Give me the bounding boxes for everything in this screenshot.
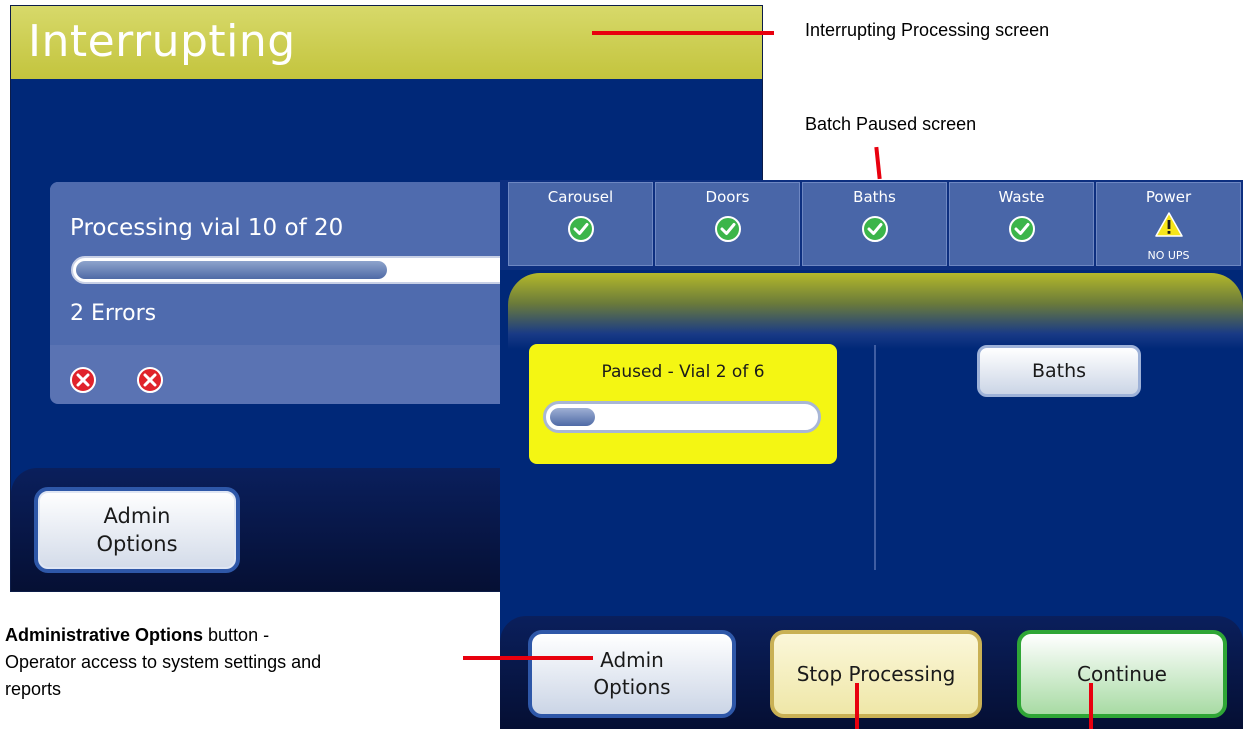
admin-options-button[interactable]: Admin Options <box>34 487 240 573</box>
interrupting-title: Interrupting <box>28 16 296 67</box>
annotation-line <box>1089 683 1093 729</box>
processing-panel: Processing vial 10 of 20 2 Errors <box>50 182 550 404</box>
status-tile-doors[interactable]: Doors <box>655 182 800 266</box>
annotation-admin-bold: Administrative Options <box>5 625 204 645</box>
status-tile-label: Carousel <box>547 188 614 206</box>
check-icon <box>862 216 888 242</box>
processing-progress-bar <box>71 256 541 284</box>
paused-status-text: Paused - Vial 2 of 6 <box>601 362 765 382</box>
panel-divider <box>874 345 876 570</box>
status-tile-power[interactable]: Power NO UPS <box>1096 182 1241 266</box>
error-count-text: 2 Errors <box>70 301 157 326</box>
status-tile-waste[interactable]: Waste <box>949 182 1094 266</box>
check-icon <box>568 216 594 242</box>
warning-icon <box>1155 212 1183 237</box>
processing-status-text: Processing vial 10 of 20 <box>70 215 344 241</box>
paused-progress-bar <box>543 401 821 433</box>
annotation-interrupting-label: Interrupting Processing screen <box>805 20 1050 40</box>
power-status-subtext: NO UPS <box>1147 249 1190 262</box>
error-x-icon[interactable] <box>137 367 163 393</box>
status-tile-label: Power <box>1145 188 1192 206</box>
annotation-line <box>855 683 859 729</box>
stop-processing-button[interactable]: Stop Processing <box>770 630 982 718</box>
status-bar: Carousel Doors Baths Waste Power NO UPS <box>500 180 1243 270</box>
continue-button[interactable]: Continue <box>1017 630 1227 718</box>
processing-progress-fill <box>76 261 387 279</box>
paused-progress-fill <box>550 408 595 426</box>
admin-options-button[interactable]: Admin Options <box>528 630 736 718</box>
error-x-icon[interactable] <box>70 367 96 393</box>
annotation-batch-paused-label: Batch Paused screen <box>805 114 977 134</box>
batch-paused-screen: Carousel Doors Baths Waste Power NO UPS … <box>500 180 1243 729</box>
status-tile-label: Waste <box>998 188 1045 206</box>
annotation-line <box>463 656 593 660</box>
batch-paused-header-banner <box>508 273 1243 349</box>
status-tile-baths[interactable]: Baths <box>802 182 947 266</box>
paused-status-panel: Paused - Vial 2 of 6 <box>529 344 837 464</box>
annotation-line <box>592 31 774 35</box>
status-tile-label: Doors <box>705 188 750 206</box>
annotation-admin-options: Administrative Options button - Operator… <box>5 622 475 703</box>
status-tile-label: Baths <box>853 188 896 206</box>
annotation-line <box>874 146 882 180</box>
status-tile-carousel[interactable]: Carousel <box>508 182 653 266</box>
check-icon <box>715 216 741 242</box>
check-icon <box>1009 216 1035 242</box>
baths-button[interactable]: Baths <box>977 345 1141 397</box>
